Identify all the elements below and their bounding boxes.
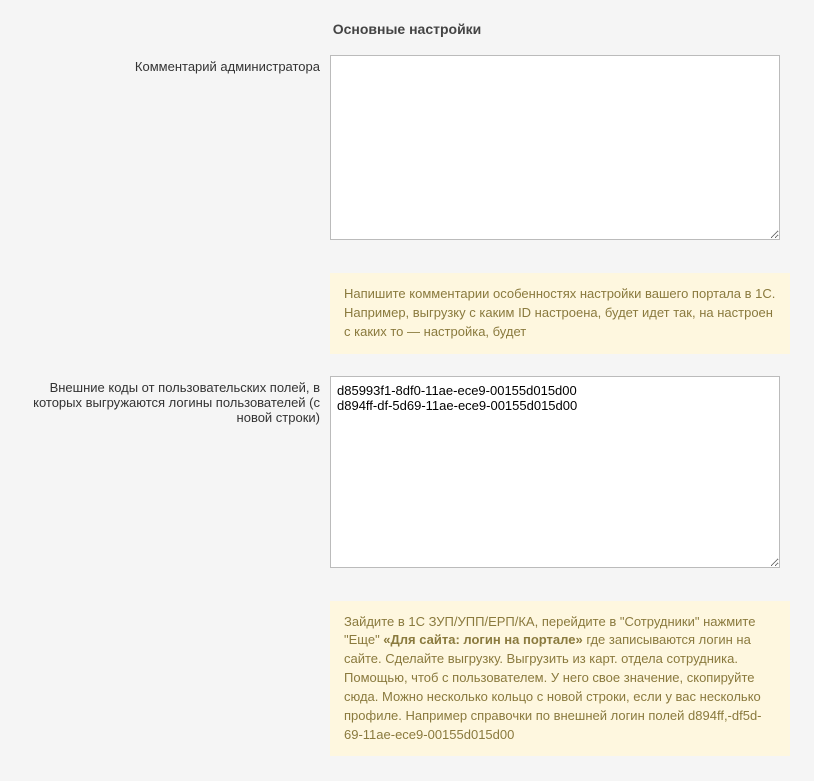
external-codes-label: Внешние коды от пользовательских полей, … bbox=[20, 376, 330, 425]
external-codes-row: Внешние коды от пользовательских полей, … bbox=[20, 376, 794, 571]
admin-comment-label: Комментарий администратора bbox=[20, 55, 330, 74]
admin-comment-textarea[interactable] bbox=[330, 55, 780, 240]
external-codes-textarea[interactable] bbox=[330, 376, 780, 568]
admin-comment-help: Напишите комментарии особенностях настро… bbox=[330, 273, 790, 354]
section-title: Основные настройки bbox=[20, 15, 794, 55]
help-text-after: где записываются логин на сайте. Сделайт… bbox=[344, 632, 762, 741]
external-codes-help: Зайдите в 1С ЗУП/УПП/ЕРП/КА, перейдите в… bbox=[330, 601, 790, 757]
help-text-bold: «Для сайта: логин на портале» bbox=[383, 632, 582, 647]
admin-comment-row: Комментарий администратора bbox=[20, 55, 794, 243]
